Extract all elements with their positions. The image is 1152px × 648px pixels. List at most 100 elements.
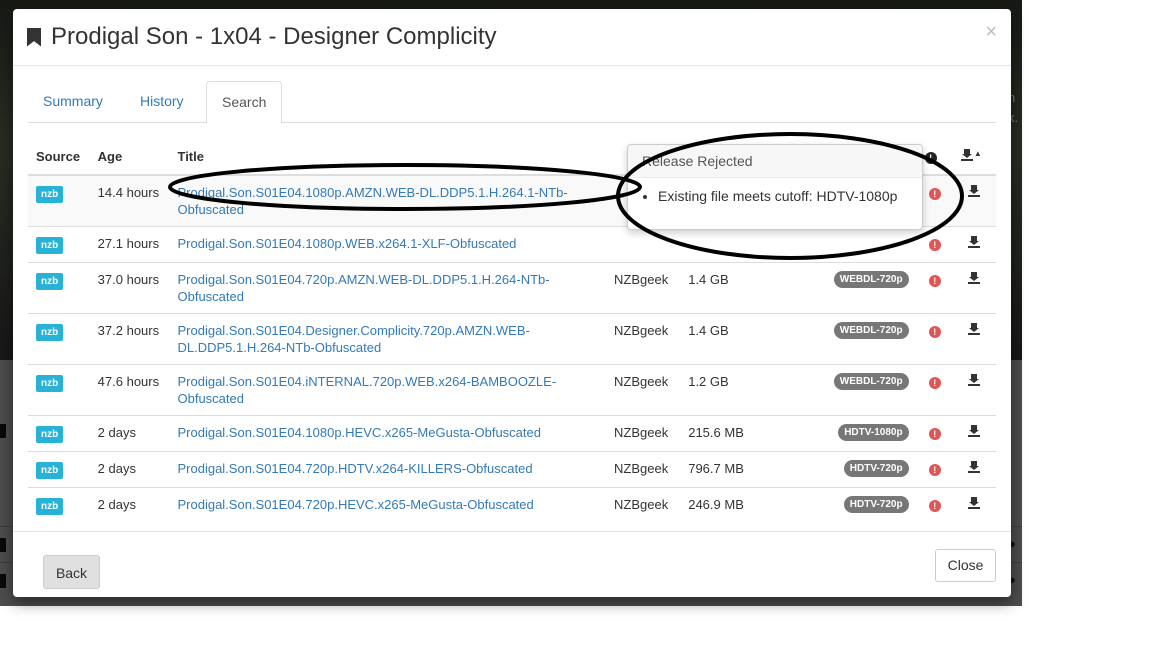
nzb-badge: nzb [36, 462, 64, 479]
quality-badge: HDTV-720p [843, 496, 909, 513]
quality-cell: WEBDL-720p [801, 364, 917, 416]
release-title-link[interactable]: Prodigal.Son.S01E04.iNTERNAL.720p.WEB.x2… [177, 374, 556, 406]
source-cell: nzb [28, 174, 90, 227]
nzb-badge: nzb [36, 186, 64, 203]
modal-body: Summary History Search Source Age Title … [28, 81, 996, 589]
column-header-download[interactable]: ▲ [952, 138, 996, 176]
source-cell: nzb [28, 451, 90, 488]
download-icon[interactable] [968, 461, 981, 473]
release-title-link[interactable]: Prodigal.Son.S01E04.1080p.AMZN.WEB-DL.DD… [177, 185, 567, 217]
quality-cell: HDTV-720p [801, 451, 917, 488]
modal-header: Prodigal Son - 1x04 - Designer Complicit… [13, 9, 1011, 66]
rejected-icon[interactable]: ! [928, 500, 941, 512]
title-cell: Prodigal.Son.S01E04.1080p.HEVC.x265-MeGu… [169, 415, 607, 452]
tab-bar: Summary History Search [28, 81, 996, 124]
modal-footer: Close [13, 531, 1011, 598]
quality-cell: HDTV-720p [801, 487, 917, 523]
tab-search[interactable]: Search [206, 81, 283, 124]
indexer-cell: NZBgeek [606, 313, 681, 365]
column-header-source[interactable]: Source [28, 138, 90, 176]
release-title-link[interactable]: Prodigal.Son.S01E04.720p.HEVC.x265-MeGus… [177, 497, 533, 512]
rejection-cell: ! [916, 313, 953, 365]
download-icon[interactable] [968, 374, 981, 386]
title-cell: Prodigal.Son.S01E04.Designer.Complicity.… [169, 313, 607, 365]
rejection-cell: ! [916, 364, 953, 416]
download-icon[interactable] [968, 185, 981, 197]
download-cell [952, 415, 996, 452]
close-button[interactable]: Close [935, 549, 996, 582]
title-cell: Prodigal.Son.S01E04.1080p.AMZN.WEB-DL.DD… [169, 174, 607, 227]
download-icon[interactable] [968, 323, 981, 335]
table-row: nzb 37.2 hours Prodigal.Son.S01E04.Desig… [28, 313, 996, 365]
nzb-badge: nzb [36, 498, 64, 515]
size-cell [680, 226, 802, 263]
quality-cell: WEBDL-720p [801, 262, 917, 314]
indexer-cell: NZBgeek [606, 364, 681, 416]
quality-cell: WEBDL-720p [801, 313, 917, 365]
release-title-link[interactable]: Prodigal.Son.S01E04.1080p.WEB.x264.1-XLF… [177, 236, 516, 251]
table-row: nzb 27.1 hours Prodigal.Son.S01E04.1080p… [28, 226, 996, 263]
title-cell: Prodigal.Son.S01E04.720p.HDTV.x264-KILLE… [169, 451, 607, 488]
episode-details-modal: Prodigal Son - 1x04 - Designer Complicit… [13, 9, 1011, 597]
column-header-age[interactable]: Age [89, 138, 170, 176]
episode-title: Prodigal Son - 1x04 - Designer Complicit… [51, 23, 497, 50]
tab-history[interactable]: History [125, 81, 199, 121]
download-cell [952, 262, 996, 314]
quality-badge: WEBDL-720p [833, 271, 909, 288]
release-title-link[interactable]: Prodigal.Son.S01E04.720p.HDTV.x264-KILLE… [177, 461, 532, 476]
source-cell: nzb [28, 226, 90, 263]
table-row: nzb 2 days Prodigal.Son.S01E04.1080p.HEV… [28, 415, 996, 452]
indexer-cell [606, 226, 681, 263]
download-cell [952, 451, 996, 488]
age-cell: 2 days [89, 415, 170, 452]
title-cell: Prodigal.Son.S01E04.iNTERNAL.720p.WEB.x2… [169, 364, 607, 416]
table-row: nzb 2 days Prodigal.Son.S01E04.720p.HDTV… [28, 451, 996, 488]
release-title-link[interactable]: Prodigal.Son.S01E04.1080p.HEVC.x265-MeGu… [177, 425, 541, 440]
close-icon[interactable]: × [985, 21, 997, 44]
age-cell: 37.2 hours [89, 313, 170, 365]
age-cell: 14.4 hours [89, 174, 170, 227]
rejected-icon[interactable]: ! [928, 239, 941, 251]
download-icon[interactable] [968, 236, 981, 248]
source-cell: nzb [28, 364, 90, 416]
indexer-cell: NZBgeek [606, 451, 681, 488]
size-cell: 1.4 GB [680, 313, 802, 365]
source-cell: nzb [28, 262, 90, 314]
age-cell: 2 days [89, 451, 170, 488]
rejection-cell: ! [916, 415, 953, 452]
indexer-cell: NZBgeek [606, 415, 681, 452]
age-cell: 47.6 hours [89, 364, 170, 416]
rejected-icon[interactable]: ! [928, 326, 941, 338]
bookmark-icon [27, 27, 41, 47]
column-header-title[interactable]: Title [169, 138, 607, 176]
rejection-cell: ! [916, 262, 953, 314]
size-cell: 215.6 MB [680, 415, 802, 452]
popover-title: Release Rejected [628, 145, 922, 178]
rejected-icon[interactable]: ! [928, 275, 941, 287]
table-row: nzb 47.6 hours Prodigal.Son.S01E04.iNTER… [28, 364, 996, 416]
size-cell: 1.2 GB [680, 364, 802, 416]
rejected-icon[interactable]: ! [928, 428, 941, 440]
download-icon[interactable] [968, 497, 981, 509]
download-cell [952, 174, 996, 227]
release-title-link[interactable]: Prodigal.Son.S01E04.720p.AMZN.WEB-DL.DDP… [177, 272, 549, 304]
nzb-badge: nzb [36, 375, 64, 392]
quality-cell: HDTV-1080p [801, 415, 917, 452]
tab-summary[interactable]: Summary [28, 81, 118, 121]
sort-caret-icon: ▲ [973, 148, 982, 158]
table-row: nzb 2 days Prodigal.Son.S01E04.720p.HEVC… [28, 487, 996, 523]
nzb-badge: nzb [36, 426, 64, 443]
download-cell [952, 313, 996, 365]
exclamation-circle-icon: ! [924, 151, 937, 164]
quality-badge: WEBDL-720p [833, 322, 909, 339]
rejected-icon[interactable]: ! [928, 188, 941, 200]
indexer-cell: NZBgeek [606, 487, 681, 523]
rejected-icon[interactable]: ! [928, 464, 941, 476]
download-icon[interactable] [968, 425, 981, 437]
rejected-icon[interactable]: ! [928, 377, 941, 389]
nzb-badge: nzb [36, 237, 64, 254]
release-title-link[interactable]: Prodigal.Son.S01E04.Designer.Complicity.… [177, 323, 529, 355]
title-cell: Prodigal.Son.S01E04.1080p.WEB.x264.1-XLF… [169, 226, 607, 263]
size-cell: 1.4 GB [680, 262, 802, 314]
download-icon[interactable] [968, 272, 981, 284]
